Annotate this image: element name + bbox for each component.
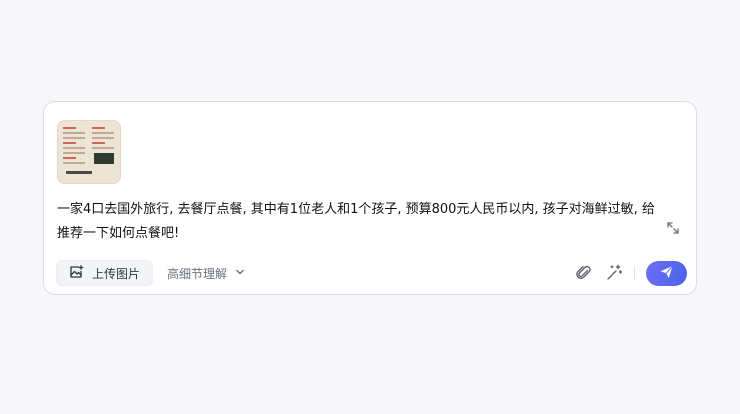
send-icon	[659, 264, 674, 283]
paperclip-icon[interactable]	[575, 264, 593, 282]
send-button[interactable]	[646, 261, 687, 286]
toolbar-divider	[634, 266, 635, 280]
menu-brand-logo	[66, 171, 92, 174]
upload-image-label: 上传图片	[92, 266, 141, 281]
magic-wand-icon[interactable]	[605, 264, 623, 282]
menu-text-column-left	[63, 127, 85, 167]
upload-image-button[interactable]: 上传图片	[56, 260, 153, 286]
chevron-down-icon	[235, 266, 245, 280]
image-upload-icon	[69, 264, 84, 283]
menu-text-column-right	[92, 127, 114, 152]
prompt-text[interactable]: 一家4口去国外旅行, 去餐厅点餐, 其中有1位老人和1个孩子, 预算800元人民…	[57, 198, 667, 246]
menu-photo	[94, 153, 114, 164]
high-detail-dropdown[interactable]: 高细节理解	[167, 260, 245, 286]
chat-composer: 一家4口去国外旅行, 去餐厅点餐, 其中有1位老人和1个孩子, 预算800元人民…	[43, 101, 697, 295]
expand-icon[interactable]	[666, 220, 680, 234]
attached-image-thumbnail[interactable]	[57, 120, 121, 184]
high-detail-label: 高细节理解	[167, 266, 228, 281]
